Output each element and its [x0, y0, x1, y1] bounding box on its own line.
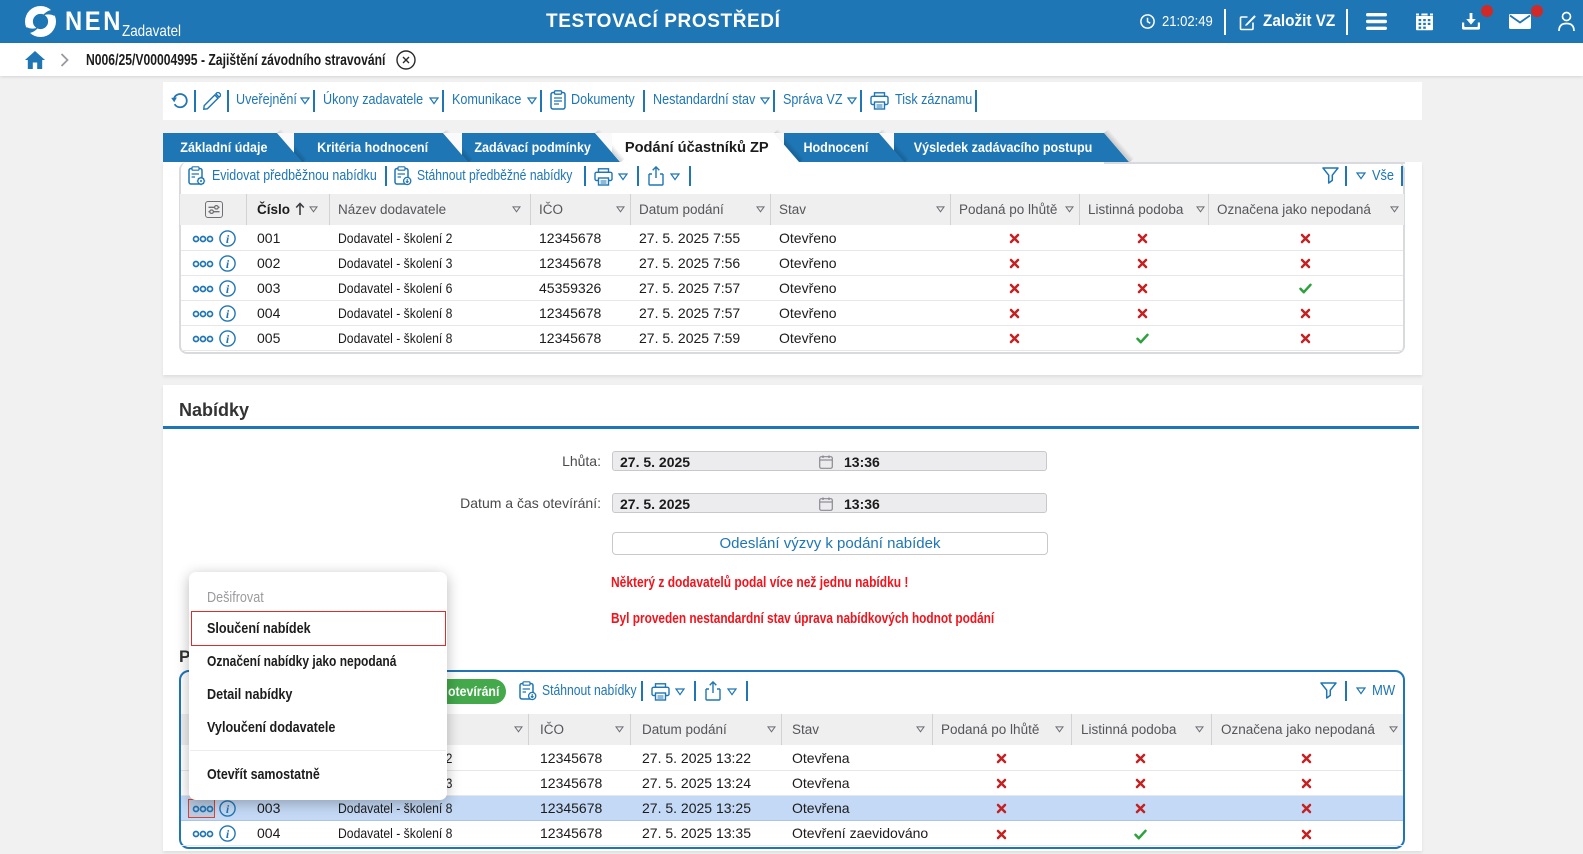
svg-text:i: i — [226, 307, 230, 321]
svg-text:i: i — [226, 231, 230, 245]
svg-text:i: i — [226, 282, 230, 296]
svg-text:i: i — [226, 256, 230, 270]
svg-text:i: i — [226, 827, 230, 841]
svg-text:i: i — [226, 802, 230, 816]
svg-text:i: i — [226, 332, 230, 346]
